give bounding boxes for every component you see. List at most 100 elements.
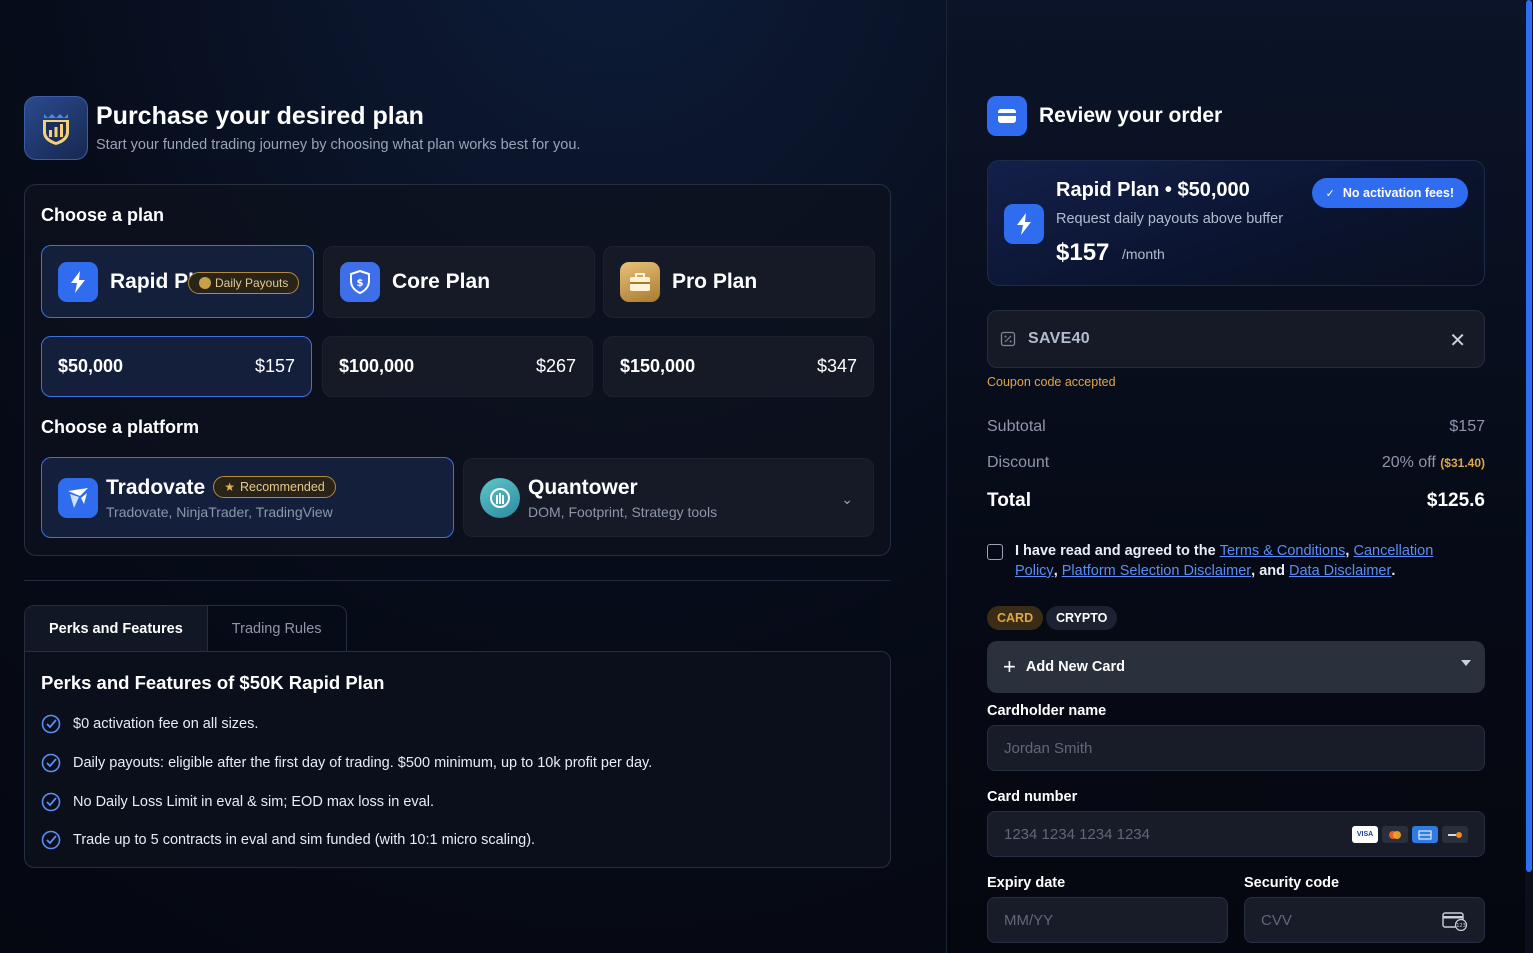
details-tabs: Perks and Features Trading Rules	[24, 605, 347, 652]
discount-label: Discount	[987, 454, 1050, 471]
coin-icon	[199, 277, 211, 289]
discount-row: Discount 20% off ($31.40)	[987, 454, 1485, 472]
cardholder-name-field[interactable]: Jordan Smith	[987, 725, 1485, 771]
check-circle-icon	[41, 830, 61, 850]
platform-option-tradovate[interactable]: Tradovate ★ Recommended Tradovate, NinjaTr…	[41, 457, 454, 538]
brand-logo-icon	[24, 96, 88, 160]
card-brand-logos: VISA	[1352, 826, 1468, 843]
size-amount: $50,000	[58, 356, 124, 376]
terms-agreement-text: I have read and agreed to the Terms & Co…	[1015, 543, 1434, 579]
list-item: Trade up to 5 contracts in eval and sim …	[41, 830, 535, 850]
coupon-status: Coupon code accepted	[987, 375, 1116, 389]
list-item: No Daily Loss Limit in eval & sim; EOD m…	[41, 792, 434, 812]
platform-description: DOM, Footprint, Strategy tools	[528, 503, 718, 520]
plan-option-rapid[interactable]: Rapid Plan Daily Payouts	[41, 245, 314, 318]
review-title: Review your order	[1039, 104, 1223, 127]
plan-card: Choose a plan Rapid Plan Daily Payouts $…	[24, 184, 891, 556]
perks-title: Perks and Features of $50K Rapid Plan	[41, 672, 385, 693]
size-price: $157	[254, 356, 295, 376]
security-code-field[interactable]: CVV 123	[1244, 897, 1485, 943]
plan-option-pro[interactable]: Pro Plan	[603, 246, 875, 318]
lightning-icon	[58, 261, 98, 302]
shield-dollar-icon: $	[340, 262, 380, 302]
platform-description: Tradovate, NinjaTrader, TradingView	[106, 503, 333, 520]
size-amount: $150,000	[620, 356, 696, 376]
plan-selection-panel: Purchase your desired plan Start your fu…	[0, 0, 946, 953]
size-price: $347	[816, 356, 857, 376]
close-icon[interactable]: ✕	[1449, 328, 1466, 353]
total-label: Total	[987, 490, 1031, 511]
check-circle-icon	[41, 792, 61, 812]
svg-text:123: 123	[1456, 923, 1466, 929]
check-circle-icon	[41, 714, 61, 734]
order-price: $157	[1056, 239, 1110, 266]
order-review-panel: Review your order Rapid Plan • $50,000 R…	[946, 0, 1533, 953]
subtotal-row: Subtotal $157	[987, 418, 1485, 436]
platform-option-quantower[interactable]: Quantower DOM, Footprint, Strategy tools…	[463, 458, 874, 537]
platform-disclaimer-link[interactable]: Platform Selection Disclaimer	[1062, 563, 1251, 579]
terms-link[interactable]: Terms & Conditions	[1220, 543, 1346, 559]
daily-payouts-badge: Daily Payouts	[188, 272, 300, 294]
mastercard-icon	[1382, 826, 1408, 843]
size-option-100k[interactable]: $100,000 $267	[322, 336, 593, 397]
star-icon: ★	[224, 479, 235, 494]
caret-down-icon	[1461, 660, 1471, 666]
quantower-logo-icon	[480, 477, 520, 518]
plan-option-core[interactable]: $ Core Plan	[323, 246, 595, 318]
total-row: Total $125.6	[987, 490, 1485, 512]
svg-text:$: $	[357, 278, 364, 289]
size-price: $267	[535, 356, 576, 376]
cardholder-label: Cardholder name	[987, 703, 1107, 719]
page-title: Purchase your desired plan	[96, 102, 424, 130]
tab-crypto[interactable]: CRYPTO	[1046, 606, 1118, 630]
size-amount: $100,000	[339, 356, 415, 376]
order-plan-name: Rapid Plan • $50,000	[1056, 179, 1250, 201]
no-activation-badge: ✓ No activation fees!	[1311, 178, 1468, 208]
expiry-field[interactable]: MM/YY	[987, 897, 1228, 943]
size-option-50k[interactable]: $50,000 $157	[41, 336, 312, 397]
page-subtitle: Start your funded trading journey by cho…	[96, 137, 581, 153]
card-number-field[interactable]: 1234 1234 1234 1234 VISA	[987, 811, 1485, 857]
perks-card: Perks and Features of $50K Rapid Plan $0…	[24, 651, 891, 868]
check-circle-icon	[41, 753, 61, 773]
cvv-card-icon: 123	[1442, 912, 1468, 931]
plan-name: Core Plan	[392, 270, 491, 293]
credit-card-icon	[987, 96, 1027, 136]
lightning-icon	[1004, 204, 1044, 244]
expiry-label: Expiry date	[987, 875, 1066, 891]
tab-trading-rules[interactable]: Trading Rules	[208, 606, 346, 652]
scrollbar[interactable]	[1525, 0, 1533, 953]
coupon-icon	[1000, 331, 1016, 347]
section-divider	[24, 580, 891, 581]
recommended-badge: ★ Recommended	[213, 475, 336, 498]
order-plan-description: Request daily payouts above buffer	[1056, 211, 1284, 227]
visa-icon: VISA	[1352, 826, 1378, 843]
platform-name: Quantower	[528, 475, 638, 499]
tradovate-logo-icon	[58, 477, 98, 518]
choose-plan-label: Choose a plan	[41, 205, 165, 225]
order-summary-card: Rapid Plan • $50,000 Request daily payou…	[987, 160, 1485, 286]
card-number-label: Card number	[987, 789, 1078, 805]
order-period: /month	[1122, 246, 1165, 262]
tab-perks-and-features[interactable]: Perks and Features	[25, 606, 208, 652]
discover-icon	[1442, 826, 1468, 843]
platform-name: Tradovate	[106, 475, 206, 499]
discount-amount: ($31.40)	[1440, 456, 1485, 470]
data-disclaimer-link[interactable]: Data Disclaimer	[1289, 563, 1391, 579]
size-option-150k[interactable]: $150,000 $347	[603, 336, 874, 397]
scrollbar-thumb[interactable]	[1526, 0, 1532, 872]
amex-icon	[1412, 826, 1438, 843]
plan-name: Pro Plan	[672, 270, 758, 293]
subtotal-label: Subtotal	[987, 418, 1046, 435]
list-item: $0 activation fee on all sizes.	[41, 714, 258, 734]
tab-card[interactable]: CARD	[987, 606, 1044, 630]
security-code-label: Security code	[1244, 875, 1340, 891]
plus-icon: +	[1003, 654, 1016, 679]
choose-platform-label: Choose a platform	[41, 417, 200, 437]
chevron-down-icon[interactable]: ⌄	[841, 491, 853, 508]
terms-checkbox[interactable]	[987, 544, 1003, 560]
list-item: Daily payouts: eligible after the first …	[41, 753, 652, 773]
subtotal-value: $157	[1449, 418, 1485, 435]
add-new-card-select[interactable]: + Add New Card	[987, 641, 1485, 693]
coupon-input[interactable]: SAVE40 ✕	[987, 310, 1485, 368]
